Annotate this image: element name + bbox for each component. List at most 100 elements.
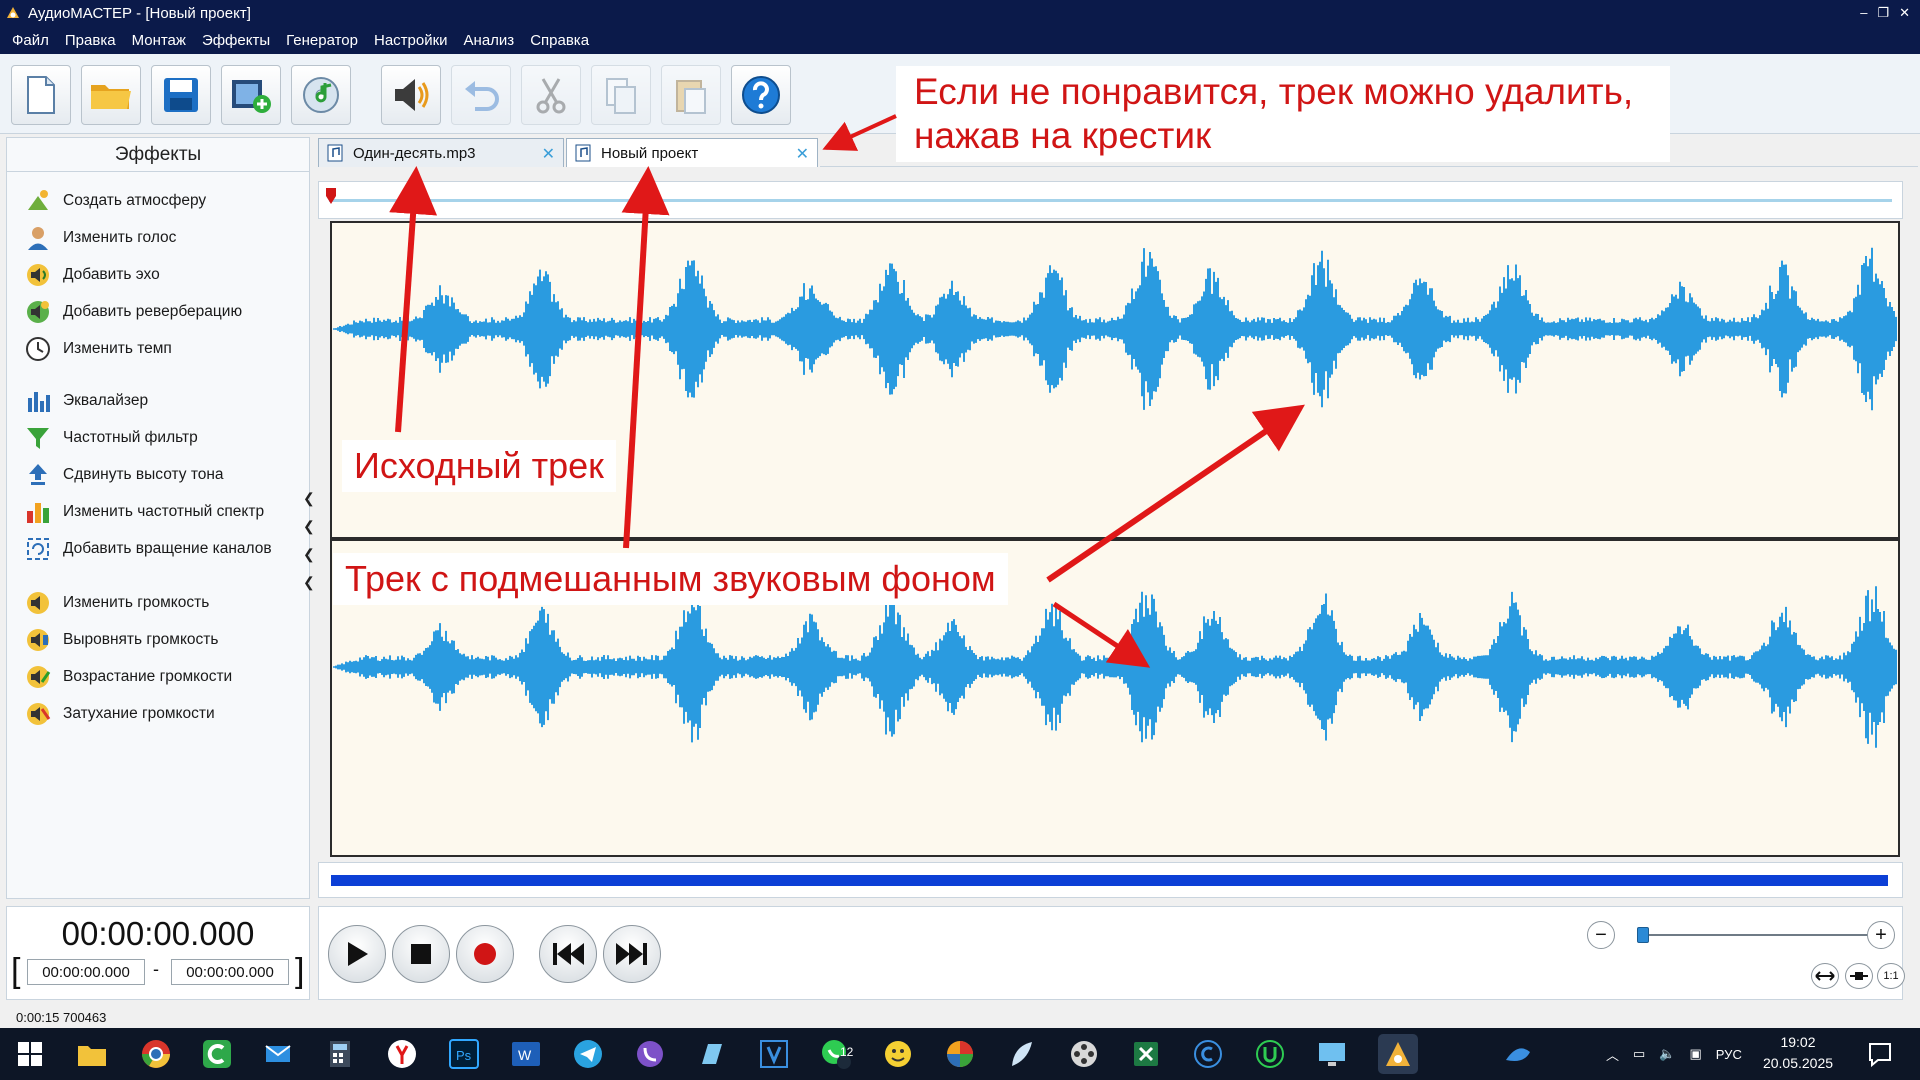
zoom-slider-track[interactable] (1641, 934, 1881, 936)
selection-start-field[interactable]: 00:00:00.000 (27, 959, 145, 985)
effect-channel-rotation[interactable]: Добавить вращение каналов (25, 534, 272, 564)
language-indicator[interactable]: РУС (1716, 1047, 1742, 1062)
skip-to-start-button[interactable] (539, 925, 597, 983)
fade-out-icon (27, 703, 51, 725)
feather-app-icon[interactable] (1006, 1038, 1038, 1070)
c-circle-app-icon[interactable] (1192, 1038, 1224, 1070)
edge-icon[interactable] (1502, 1038, 1534, 1070)
green-c-app-icon[interactable] (201, 1038, 233, 1070)
monitor-app-icon[interactable] (1316, 1038, 1348, 1070)
effect-label: Изменить громкость (63, 594, 210, 611)
menu-help[interactable]: Справка (522, 32, 597, 49)
chevron-left-icon[interactable]: ❮ (303, 518, 315, 535)
word-icon[interactable]: W (510, 1038, 542, 1070)
menu-analysis[interactable]: Анализ (456, 32, 523, 49)
undo-button[interactable] (451, 65, 511, 125)
effect-change-spectrum[interactable]: Изменить частотный спектр (25, 497, 264, 527)
scroll-thumb[interactable] (331, 875, 1888, 886)
fit-width-button[interactable] (1811, 963, 1839, 989)
selection-end-field[interactable]: 00:00:00.000 (171, 959, 289, 985)
effect-label: Выровнять громкость (63, 631, 219, 648)
open-button[interactable] (81, 65, 141, 125)
time-panel: 00:00:00.000 [ 00:00:00.000 - 00:00:00.0… (6, 906, 310, 1000)
chevron-left-icon[interactable]: ❮ (303, 546, 315, 563)
paste-button[interactable] (661, 65, 721, 125)
yandex-browser-icon[interactable] (386, 1038, 418, 1070)
copy-button[interactable] (591, 65, 651, 125)
record-button[interactable] (456, 925, 514, 983)
network-icon[interactable]: ▣ (1690, 1046, 1702, 1062)
zoom-slider-thumb[interactable] (1637, 927, 1649, 943)
horizontal-scrollbar[interactable] (318, 862, 1903, 898)
photoshop-icon[interactable]: Ps (448, 1038, 480, 1070)
menu-montage[interactable]: Монтаж (124, 32, 194, 49)
clock[interactable]: 19:02 20.05.2025 (1758, 1032, 1838, 1074)
menu-bar: Файл Правка Монтаж Эффекты Генератор Нас… (0, 26, 1920, 54)
new-file-icon (27, 76, 55, 114)
menu-edit[interactable]: Правка (57, 32, 124, 49)
help-button[interactable] (731, 65, 791, 125)
effect-equalizer[interactable]: Эквалайзер (25, 386, 148, 416)
close-tab-icon[interactable]: ✕ (796, 144, 809, 164)
film-reel-icon[interactable] (1068, 1038, 1100, 1070)
close-tab-icon[interactable]: ✕ (542, 144, 555, 164)
play-button[interactable] (328, 925, 386, 983)
stencil-app-icon[interactable] (696, 1038, 728, 1070)
save-button[interactable] (151, 65, 211, 125)
zoom-out-button[interactable]: − (1587, 921, 1615, 949)
menu-generator[interactable]: Генератор (278, 32, 366, 49)
timeline-ruler[interactable] (318, 181, 1903, 219)
menu-file[interactable]: Файл (4, 32, 57, 49)
fit-selection-button[interactable] (1845, 963, 1873, 989)
tab-source-file[interactable]: Один-десять.mp3 ✕ (318, 138, 564, 167)
effect-change-voice[interactable]: Изменить голос (25, 223, 176, 253)
menu-settings[interactable]: Настройки (366, 32, 456, 49)
calculator-icon[interactable] (324, 1038, 356, 1070)
effect-change-tempo[interactable]: Изменить темп (25, 334, 172, 364)
chrome-icon[interactable] (140, 1038, 172, 1070)
effect-fade-out[interactable]: Затухание громкости (25, 699, 215, 729)
tab-new-project[interactable]: Новый проект ✕ (566, 138, 818, 167)
chevron-up-icon[interactable]: ︿ (1606, 1045, 1619, 1064)
equalizer-icon (28, 392, 50, 412)
menu-effects[interactable]: Эффекты (194, 32, 278, 49)
effect-create-atmosphere[interactable]: Создать атмосферу (25, 186, 206, 216)
zoom-1-to-1-button[interactable]: 1:1 (1877, 963, 1905, 989)
notifications-icon[interactable] (1864, 1038, 1896, 1070)
new-file-button[interactable] (11, 65, 71, 125)
file-explorer-icon[interactable] (76, 1038, 108, 1070)
restore-button[interactable]: ❐ (1877, 5, 1889, 21)
outlook-icon[interactable] (262, 1038, 294, 1070)
zoom-in-button[interactable]: + (1867, 921, 1895, 949)
stop-button[interactable] (392, 925, 450, 983)
effect-pitch-shift[interactable]: Сдвинуть высоту тона (25, 460, 224, 490)
emoji-app-icon[interactable] (882, 1038, 914, 1070)
visio-v-icon[interactable] (758, 1038, 790, 1070)
effect-add-reverb[interactable]: Добавить реверберацию (25, 297, 242, 327)
add-music-button[interactable] (291, 65, 351, 125)
add-effect-button[interactable] (381, 65, 441, 125)
skip-to-end-button[interactable] (603, 925, 661, 983)
effect-frequency-filter[interactable]: Частотный фильтр (25, 423, 198, 453)
effect-fade-in[interactable]: Возрастание громкости (25, 662, 232, 692)
effect-change-volume[interactable]: Изменить громкость (25, 588, 209, 618)
viber-icon[interactable] (634, 1038, 666, 1070)
excel-icon[interactable] (1130, 1038, 1162, 1070)
minimize-button[interactable]: – (1860, 5, 1867, 21)
playhead-marker-icon[interactable] (326, 188, 336, 204)
chevron-left-icon[interactable]: ❮ (303, 490, 315, 507)
add-video-button[interactable] (221, 65, 281, 125)
chevron-left-icon[interactable]: ❮ (303, 574, 315, 591)
speaker-icon[interactable]: 🔈 (1659, 1046, 1675, 1062)
windows-start-icon[interactable] (14, 1038, 46, 1070)
close-button[interactable]: ✕ (1899, 5, 1910, 21)
device-icon[interactable]: ▭ (1633, 1046, 1645, 1062)
svg-text:W: W (518, 1047, 532, 1063)
audiomaster-taskbar-icon[interactable] (1378, 1034, 1418, 1074)
effect-normalize-volume[interactable]: Выровнять громкость (25, 625, 218, 655)
u-circle-app-icon[interactable] (1254, 1038, 1286, 1070)
effect-add-echo[interactable]: Добавить эхо (25, 260, 160, 290)
telegram-icon[interactable] (572, 1038, 604, 1070)
colorful-app-icon[interactable] (944, 1038, 976, 1070)
cut-button[interactable] (521, 65, 581, 125)
